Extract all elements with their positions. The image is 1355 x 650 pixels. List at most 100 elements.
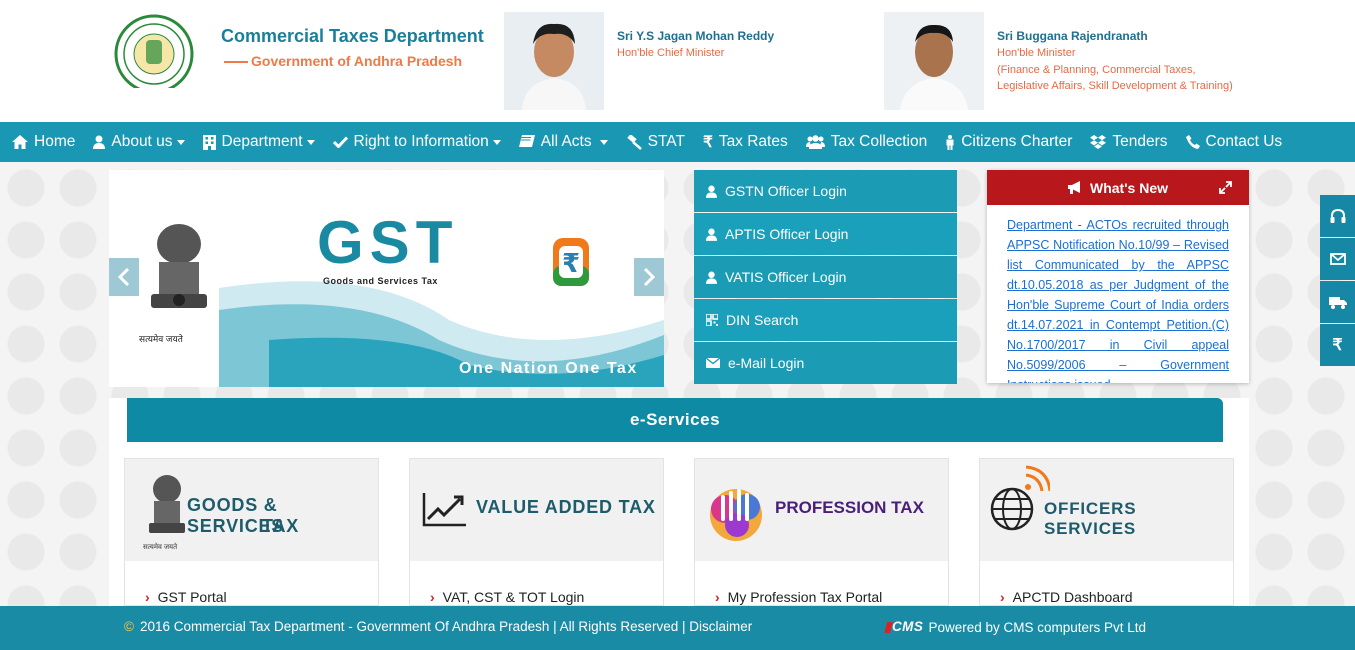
nav-tenders-label: Tenders [1112,133,1168,150]
eservice-card-officers[interactable]: OFFICERS SERVICES APCTD Dashboard [979,458,1234,606]
nav-contact-us[interactable]: Contact Us [1185,133,1283,151]
nav-rti-label: Right to Information [353,133,489,150]
nav-tax-rates-label: Tax Rates [718,133,788,150]
nav-stat-label: STAT [647,133,685,150]
leader1-name: Sri Y.S Jagan Mohan Reddy [617,29,775,43]
chevron-down-icon [599,139,608,145]
vat-login-link[interactable]: VAT, CST & TOT Login [430,589,585,605]
gst-portal-link[interactable]: GST Portal [145,589,227,605]
slider-next-button[interactable] [634,258,664,296]
card-title: OFFICERS SERVICES [1044,499,1137,538]
phone-icon [1185,135,1200,149]
powered-by-text: Powered by CMS computers Pvt Ltd [928,619,1147,635]
main-nav: Home About us Department Right to Inform… [0,122,1355,162]
apctd-dashboard-link[interactable]: APCTD Dashboard [1000,589,1133,605]
whats-new-item-link[interactable]: Department - ACTOs recruited through APP… [987,205,1249,383]
gavel-icon [626,134,642,150]
qrcode-icon [706,314,718,326]
powered-by[interactable]: ▮CMS Powered by CMS computers Pvt Ltd [884,619,1146,635]
vatis-officer-login[interactable]: VATIS Officer Login [694,256,957,298]
nav-home[interactable]: Home [12,133,75,151]
truck-icon [1328,296,1347,309]
copyright: © 2016 Commercial Tax Department - Govern… [124,619,752,634]
hero-slider: ₹ GST Goods and Services Tax सत्यमेव जयत… [109,170,664,387]
helpdesk-button[interactable] [1320,195,1355,237]
eservice-card-vat[interactable]: VALUE ADDED TAX VAT, CST & TOT Login [409,458,664,606]
whats-new-panel: What's New Department - ACTOs recruited … [987,170,1249,383]
site-header: Commercial Taxes Department Government o… [0,0,1355,122]
ap-emblem-logo[interactable] [108,10,200,88]
nav-tax-rates[interactable]: ₹ Tax Rates [703,133,788,152]
user-icon [706,185,717,198]
cms-logo: ▮CMS [884,619,923,635]
leader2-name: Sri Buggana Rajendranath [997,29,1148,43]
nav-all-acts[interactable]: All Acts [518,133,608,151]
cms-logo-text: CMS [891,619,924,634]
bullhorn-icon [1067,181,1080,194]
chevron-down-icon [492,139,501,145]
email-button[interactable] [1320,238,1355,280]
nav-about-label: About us [111,133,173,150]
slider-tagline: One Nation One Tax [459,360,638,377]
card-title: PROFESSION TAX [775,498,924,517]
card-title-line2: TAX [262,516,300,536]
nav-tenders[interactable]: Tenders [1090,133,1168,151]
card-title: VALUE ADDED TAX [476,497,656,517]
site-footer: © 2016 Commercial Tax Department - Govern… [0,606,1355,650]
eservice-card-gst[interactable]: सत्यमेव जयते GOODS & SERVICES TAX GST Po… [124,458,379,606]
headset-icon [1330,208,1345,223]
login-label: APTIS Officer Login [725,226,849,242]
dept-subtitle: Government of Andhra Pradesh [224,53,462,69]
chevron-left-icon [118,268,130,286]
login-label: DIN Search [726,312,799,328]
rupee-icon: ₹ [702,133,713,151]
user-icon [93,135,106,149]
nav-stat[interactable]: STAT [626,133,685,151]
whats-new-header: What's New [987,170,1249,205]
gstn-officer-login[interactable]: GSTN Officer Login [694,170,957,212]
chevron-right-icon [643,268,655,286]
whats-new-title: What's New [1089,179,1168,196]
leader2-portfolio-line2: Legislative Affairs, Skill Development &… [997,80,1233,92]
payment-button[interactable]: ₹ [1320,324,1355,366]
profession-tax-portal-link[interactable]: My Profession Tax Portal [715,589,883,605]
nav-rti[interactable]: Right to Information [332,133,501,151]
nav-tax-collection-label: Tax Collection [830,133,928,150]
eservice-card-profession-tax[interactable]: PROFESSION TAX My Profession Tax Portal [694,458,949,606]
building-icon [202,134,216,150]
login-label: GSTN Officer Login [725,183,847,199]
login-panel: GSTN Officer Login APTIS Officer Login V… [694,170,957,385]
leader2-portfolio-line1: (Finance & Planning, Commercial Taxes, [997,64,1196,76]
nav-citizens-charter[interactable]: Citizens Charter [945,133,1072,151]
leader2-role: Hon'ble Minister [997,47,1076,59]
chevron-down-icon [176,139,185,145]
copyright-symbol: © [124,619,134,634]
expand-icon[interactable] [1219,181,1232,194]
raised-hands-icon [710,489,762,541]
nav-department[interactable]: Department [202,133,315,151]
nav-contact-us-label: Contact Us [1205,133,1283,150]
nav-department-label: Department [221,133,303,150]
copyright-text[interactable]: 2016 Commercial Tax Department - Governm… [140,619,752,634]
transport-button[interactable] [1320,281,1355,323]
nav-citizens-charter-label: Citizens Charter [961,133,1073,150]
svg-text:₹: ₹ [562,249,580,279]
email-login[interactable]: e-Mail Login [694,342,957,384]
slider-prev-button[interactable] [109,258,139,296]
book-icon [518,135,535,147]
eservices-title: e-Services [629,410,721,429]
nav-about[interactable]: About us [93,133,185,151]
cms-logo-mark: ▮ [884,619,892,634]
aptis-officer-login[interactable]: APTIS Officer Login [694,213,957,255]
envelope-icon [1329,253,1346,265]
dropbox-icon [1090,135,1107,149]
check-icon [332,136,348,148]
users-icon [805,135,825,149]
leader1-role: Hon'ble Chief Minister [617,47,725,59]
rupee-icon: ₹ [1332,337,1343,354]
envelope-icon [706,358,720,368]
din-search[interactable]: DIN Search [694,299,957,341]
dept-title: Commercial Taxes Department [221,26,484,46]
eservice-card-image: OFFICERS SERVICES [980,459,1233,561]
nav-tax-collection[interactable]: Tax Collection [805,133,928,151]
